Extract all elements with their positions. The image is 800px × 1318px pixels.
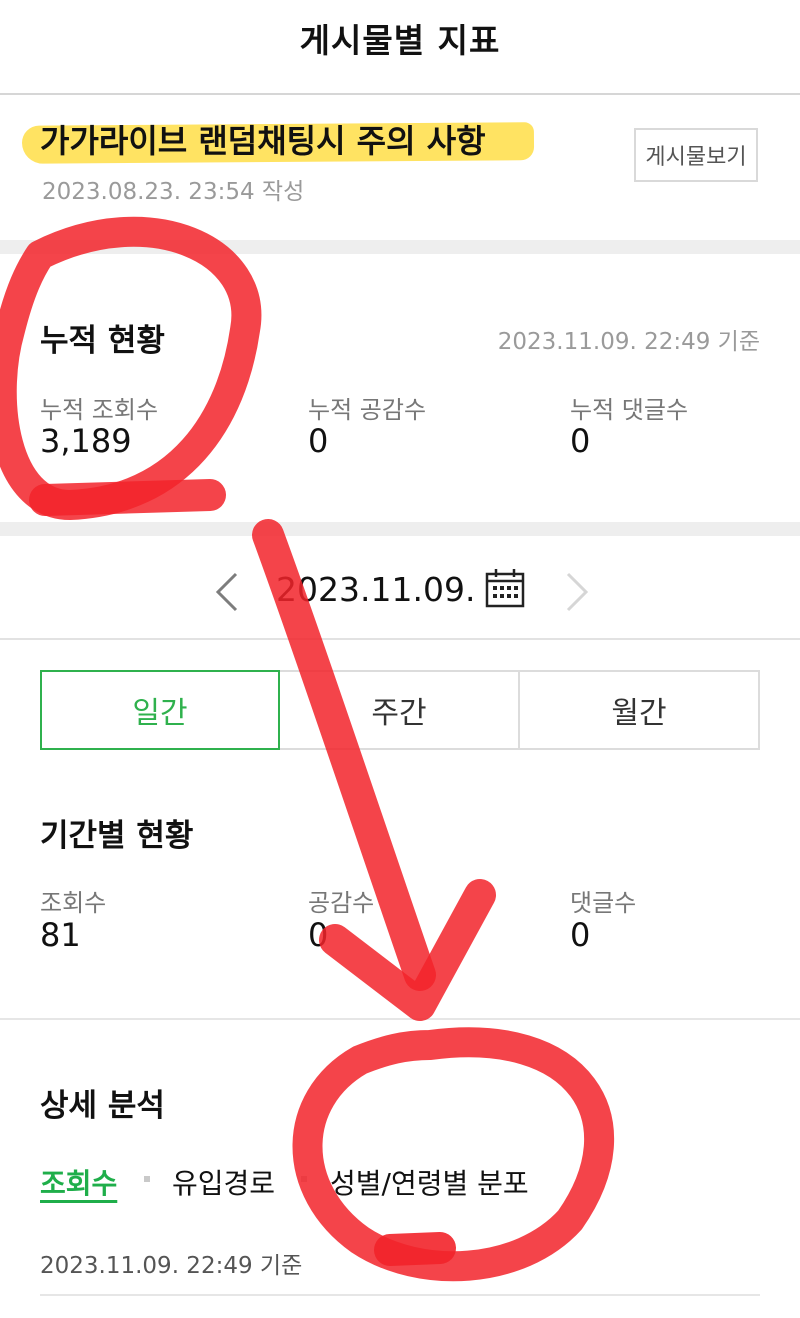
period-likes-value: 0 [308,916,329,954]
annotation-stroke-gender-age [374,1232,456,1266]
cumulative-likes-value: 0 [308,422,329,460]
date-navigator: 2023.11.09. [0,548,800,638]
cumulative-likes-label: 누적 공감수 [308,396,427,424]
detail-basis: 2023.11.09. 22:49 기준 [40,1253,303,1279]
period-comments-value: 0 [570,916,591,954]
section-divider [0,1018,800,1020]
bottom-divider [40,1294,760,1296]
cumulative-title: 누적 현황 [40,323,165,359]
cumulative-views-label: 누적 조회수 [40,396,159,424]
chevron-left-icon[interactable] [212,570,242,614]
period-comments-label: 댓글수 [570,889,637,917]
post-date: 2023.08.23. 23:54 작성 [42,179,305,205]
section-separator [0,240,800,254]
cumulative-comments-label: 누적 댓글수 [570,396,689,424]
header-divider [0,93,800,95]
annotation-stroke-cumulative [29,479,226,516]
tab-separator-dot [144,1176,150,1182]
tab-monthly[interactable]: 월간 [518,670,760,750]
annotation-circle-cumulative [0,216,262,521]
calendar-icon[interactable] [485,568,525,608]
chevron-right-icon[interactable] [562,570,592,614]
tab-weekly[interactable]: 주간 [278,670,520,750]
detail-title: 상세 분석 [40,1088,165,1124]
period-views-label: 조회수 [40,889,107,917]
tab-separator-dot [301,1176,307,1182]
post-title: 가가라이브 랜덤채팅시 주의 사항 [40,122,486,160]
period-title: 기간별 현황 [40,818,194,854]
nav-divider [0,638,800,640]
tab-daily[interactable]: 일간 [40,670,280,750]
subtab-referrer[interactable]: 유입경로 [172,1162,275,1202]
period-views-value: 81 [40,916,81,954]
current-date: 2023.11.09. [276,570,476,609]
subtab-views[interactable]: 조회수 [40,1162,117,1202]
cumulative-comments-value: 0 [570,422,591,460]
cumulative-views-value: 3,189 [40,422,132,460]
page-title: 게시물별 지표 [299,21,501,60]
view-post-button[interactable]: 게시물보기 [634,128,758,182]
annotation-circle-gender-age [292,1027,614,1282]
period-likes-label: 공감수 [308,889,375,917]
section-separator [0,522,800,536]
subtab-gender-age[interactable]: 성별/연령별 분포 [330,1162,529,1202]
cumulative-basis: 2023.11.09. 22:49 기준 [497,329,760,355]
